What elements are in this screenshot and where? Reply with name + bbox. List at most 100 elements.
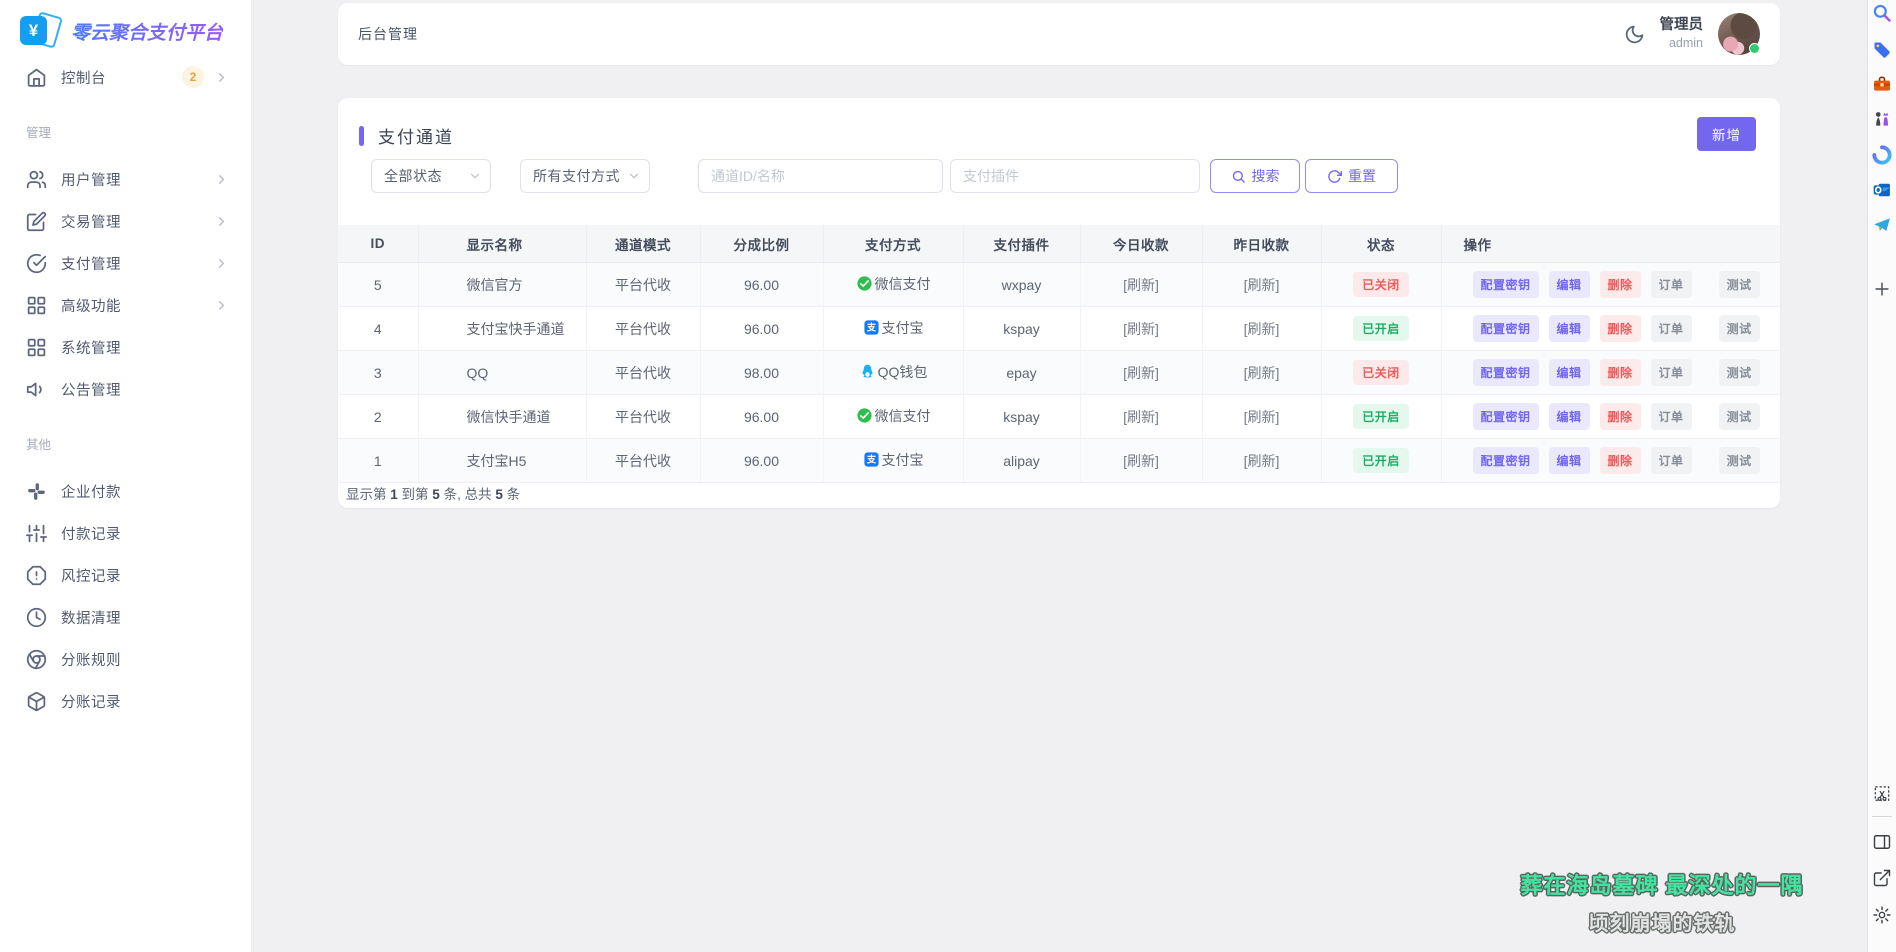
- edit-action-button[interactable]: 编辑: [1549, 447, 1590, 474]
- search-icon: [1231, 169, 1246, 184]
- delete-action-button[interactable]: 删除: [1600, 315, 1641, 342]
- search-button-label: 搜索: [1252, 166, 1280, 186]
- config-key-action-button[interactable]: 配置密钥: [1473, 447, 1539, 474]
- refresh-today-link[interactable]: [刷新]: [1123, 453, 1159, 469]
- test-action-button[interactable]: 测试: [1719, 271, 1760, 298]
- sidebar-item-enterprise-payment[interactable]: 企业付款: [0, 472, 251, 510]
- snip-icon[interactable]: [1872, 784, 1892, 804]
- refresh-yesterday-link[interactable]: [刷新]: [1244, 409, 1280, 425]
- outlook-icon[interactable]: [1872, 180, 1892, 200]
- order-action-button[interactable]: 订单: [1651, 271, 1692, 298]
- column-header: 分成比例: [700, 225, 823, 263]
- cell-channel-mode: 平台代收: [586, 307, 700, 351]
- sidebar-item-label: 分账规则: [61, 649, 121, 670]
- avatar[interactable]: [1718, 13, 1760, 55]
- table-row: 3QQ平台代收98.00QQ钱包epay[刷新][刷新]已关闭配置密钥编辑删除订…: [338, 351, 1780, 395]
- external-link-icon[interactable]: [1872, 868, 1892, 888]
- refresh-today-link[interactable]: [刷新]: [1123, 409, 1159, 425]
- config-key-action-button[interactable]: 配置密钥: [1473, 315, 1539, 342]
- refresh-today-link[interactable]: [刷新]: [1123, 277, 1159, 293]
- row-actions: 配置密钥编辑删除订单测试: [1442, 447, 1781, 474]
- status-select[interactable]: 全部状态: [371, 159, 491, 193]
- test-action-button[interactable]: 测试: [1719, 315, 1760, 342]
- settings-icon[interactable]: [1872, 905, 1892, 925]
- order-action-button[interactable]: 订单: [1651, 315, 1692, 342]
- cell-actions: 配置密钥编辑删除订单测试: [1441, 263, 1780, 307]
- cell-status: 已开启: [1321, 395, 1441, 439]
- column-header: 今日收款: [1080, 225, 1202, 263]
- sidebar-item-system-management[interactable]: 系统管理: [0, 328, 251, 366]
- edit-action-button[interactable]: 编辑: [1549, 315, 1590, 342]
- pagination-summary: 显示第 1 到第 5 条, 总共 5 条: [346, 483, 520, 503]
- delete-action-button[interactable]: 删除: [1600, 447, 1641, 474]
- telegram-icon[interactable]: [1872, 215, 1892, 235]
- cell-plugin: kspay: [963, 395, 1080, 439]
- test-action-button[interactable]: 测试: [1719, 359, 1760, 386]
- loop-icon[interactable]: [1872, 145, 1892, 165]
- edit-action-button[interactable]: 编辑: [1549, 403, 1590, 430]
- column-header: 昨日收款: [1202, 225, 1321, 263]
- cell-actions: 配置密钥编辑删除订单测试: [1441, 307, 1780, 351]
- sidebar-item-risk-control-records[interactable]: 风控记录: [0, 556, 251, 594]
- edit-action-button[interactable]: 编辑: [1549, 359, 1590, 386]
- cell-display-name: 支付宝快手通道: [418, 307, 586, 351]
- delete-action-button[interactable]: 删除: [1600, 359, 1641, 386]
- refresh-yesterday-link[interactable]: [刷新]: [1244, 453, 1280, 469]
- sidebar-item-transaction-management[interactable]: 交易管理: [0, 202, 251, 240]
- sidebar-item-payment-records[interactable]: 付款记录: [0, 514, 251, 552]
- wechat-icon: [856, 275, 873, 292]
- wechat-icon: [856, 407, 873, 424]
- alipay-icon: 支: [863, 451, 880, 468]
- sidebar-item-announcement-management[interactable]: 公告管理: [0, 370, 251, 408]
- search-button[interactable]: 搜索: [1210, 159, 1300, 193]
- delete-action-button[interactable]: 删除: [1600, 403, 1641, 430]
- cell-yesterday-income: [刷新]: [1202, 395, 1321, 439]
- search-icon[interactable]: [1872, 3, 1892, 23]
- payment-method-select[interactable]: 所有支付方式: [520, 159, 650, 193]
- cell-id: 4: [338, 307, 418, 351]
- config-key-action-button[interactable]: 配置密钥: [1473, 359, 1539, 386]
- delete-action-button[interactable]: 删除: [1600, 271, 1641, 298]
- sidebar-item-console[interactable]: 控制台2: [0, 58, 251, 96]
- sidebar-item-data-cleanup[interactable]: 数据清理: [0, 598, 251, 636]
- cell-status: 已开启: [1321, 307, 1441, 351]
- user-menu[interactable]: 管理员 admin: [1660, 16, 1704, 51]
- column-header: 支付方式: [823, 225, 963, 263]
- sidebar-item-payment-management[interactable]: 支付管理: [0, 244, 251, 282]
- test-action-button[interactable]: 测试: [1719, 403, 1760, 430]
- sidebar-item-label: 公告管理: [61, 379, 121, 400]
- subtitle-line-1: 葬在海岛墓碑 最深处的一隅: [1487, 868, 1837, 900]
- payment-method-select-value: 所有支付方式: [533, 166, 620, 186]
- config-key-action-button[interactable]: 配置密钥: [1473, 403, 1539, 430]
- reset-button[interactable]: 重置: [1305, 159, 1398, 193]
- plugin-input[interactable]: [950, 159, 1200, 193]
- config-key-action-button[interactable]: 配置密钥: [1473, 271, 1539, 298]
- cell-id: 2: [338, 395, 418, 439]
- refresh-yesterday-link[interactable]: [刷新]: [1244, 277, 1280, 293]
- status-badge: 已关闭: [1353, 272, 1409, 297]
- sidebar-item-advanced-features[interactable]: 高级功能: [0, 286, 251, 324]
- chevron-right-icon: [214, 214, 229, 229]
- moon-icon[interactable]: [1624, 24, 1645, 45]
- sidebar-item-profit-split-records[interactable]: 分账记录: [0, 682, 251, 720]
- order-action-button[interactable]: 订单: [1651, 359, 1692, 386]
- refresh-today-link[interactable]: [刷新]: [1123, 365, 1159, 381]
- test-action-button[interactable]: 测试: [1719, 447, 1760, 474]
- order-action-button[interactable]: 订单: [1651, 447, 1692, 474]
- channel-id-input[interactable]: [698, 159, 943, 193]
- add-button[interactable]: 新增: [1697, 117, 1756, 151]
- sidebar-item-profit-split-rules[interactable]: 分账规则: [0, 640, 251, 678]
- order-action-button[interactable]: 订单: [1651, 403, 1692, 430]
- chess-icon[interactable]: [1872, 109, 1892, 129]
- panel-icon[interactable]: [1872, 832, 1892, 852]
- refresh-yesterday-link[interactable]: [刷新]: [1244, 365, 1280, 381]
- refresh-yesterday-link[interactable]: [刷新]: [1244, 321, 1280, 337]
- tag-icon[interactable]: [1872, 40, 1892, 60]
- edit-action-button[interactable]: 编辑: [1549, 271, 1590, 298]
- sidebar-item-user-management[interactable]: 用户管理: [0, 160, 251, 198]
- cell-channel-mode: 平台代收: [586, 263, 700, 307]
- plus-icon[interactable]: [1872, 279, 1892, 299]
- refresh-today-link[interactable]: [刷新]: [1123, 321, 1159, 337]
- filter-bar: 全部状态 所有支付方式 搜索 重置: [338, 159, 1398, 193]
- toolbox-icon[interactable]: [1872, 74, 1892, 94]
